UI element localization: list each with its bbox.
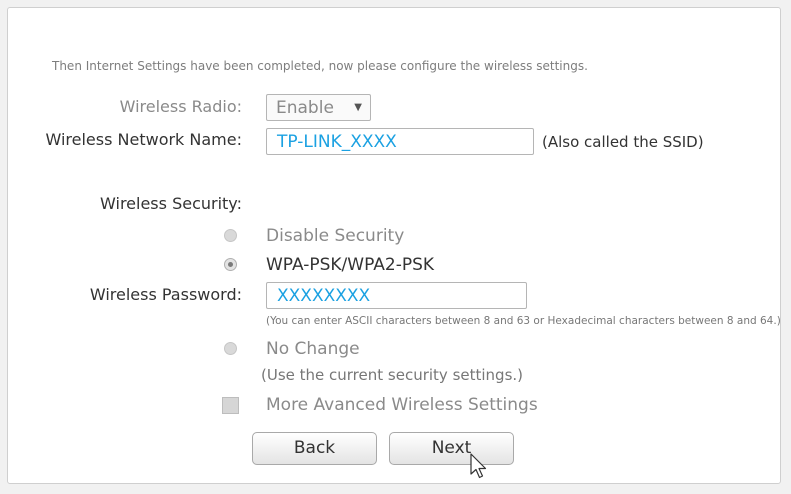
disable-security-radio[interactable] xyxy=(224,229,237,242)
mouse-cursor-icon xyxy=(470,453,487,479)
password-input[interactable]: XXXXXXXX xyxy=(266,282,527,309)
wpa-psk-radio[interactable] xyxy=(224,258,237,271)
no-change-label: No Change xyxy=(266,339,360,359)
next-button[interactable]: Next xyxy=(389,432,514,465)
wireless-password-label: Wireless Password: xyxy=(89,285,242,304)
wireless-radio-select[interactable]: Enable ▼ xyxy=(266,94,371,121)
disable-security-label: Disable Security xyxy=(266,226,405,246)
wireless-radio-value: Enable xyxy=(276,98,334,118)
intro-text: Then Internet Settings have been complet… xyxy=(52,59,588,73)
dropdown-arrow-icon: ▼ xyxy=(354,102,362,113)
advanced-settings-label: More Avanced Wireless Settings xyxy=(266,395,538,415)
wpa-psk-label: WPA-PSK/WPA2-PSK xyxy=(266,255,435,275)
no-change-radio[interactable] xyxy=(224,342,237,355)
wireless-security-label: Wireless Security: xyxy=(100,194,242,213)
network-name-label: Wireless Network Name: xyxy=(45,130,242,149)
back-button[interactable]: Back xyxy=(252,432,377,465)
ssid-hint: (Also called the SSID) xyxy=(542,133,704,151)
password-hint: (You can enter ASCII characters between … xyxy=(266,315,781,327)
no-change-hint: (Use the current security settings.) xyxy=(261,366,524,384)
wizard-panel: Then Internet Settings have been complet… xyxy=(7,7,781,484)
wireless-radio-label: Wireless Radio: xyxy=(119,97,242,116)
ssid-input[interactable]: TP-LINK_XXXX xyxy=(266,128,534,155)
advanced-settings-checkbox[interactable] xyxy=(222,397,239,414)
